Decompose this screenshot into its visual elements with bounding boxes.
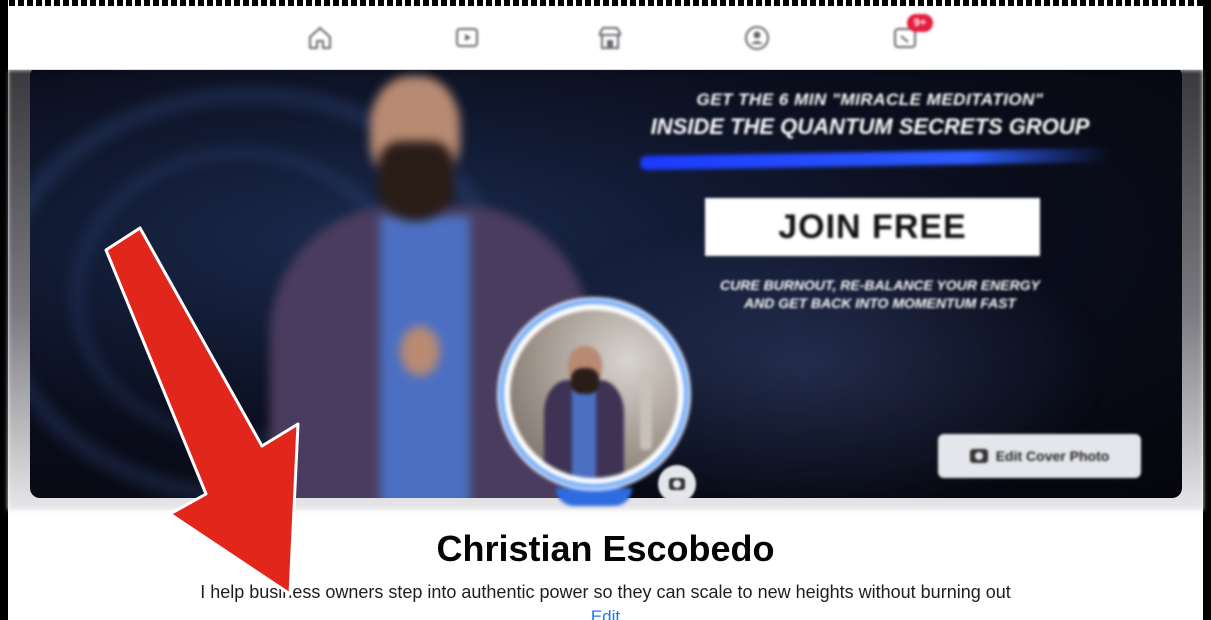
video-icon — [456, 28, 478, 47]
cover-join-label: JOIN FREE — [778, 207, 967, 246]
cover-subtext-line2: AND GET BACK INTO MOMENTUM FAST — [744, 295, 1016, 311]
cover-subtext: CURE BURNOUT, RE-BALANCE YOUR ENERGY AND… — [630, 276, 1130, 312]
cover-headline-line1: GET THE 6 MIN "MIRACLE MEDITATION" — [696, 90, 1044, 109]
groups-icon — [745, 26, 769, 50]
camera-icon — [669, 478, 685, 490]
home-icon — [309, 27, 331, 49]
nav-watch-button[interactable] — [447, 18, 487, 58]
nav-gaming-button[interactable]: 9+ — [885, 14, 933, 58]
edit-cover-photo-button[interactable]: Edit Cover Photo — [938, 434, 1141, 478]
avatar-photo — [510, 310, 678, 478]
camera-icon — [969, 449, 988, 463]
top-navigation-bar: 9+ — [8, 6, 1203, 70]
cover-join-banner: JOIN FREE — [705, 198, 1040, 256]
cover-brush-stroke — [639, 147, 1111, 171]
cover-subtext-line1: CURE BURNOUT, RE-BALANCE YOUR ENERGY — [720, 277, 1040, 293]
store-icon — [599, 27, 621, 49]
nav-groups-button[interactable] — [737, 18, 777, 58]
cover-headline: GET THE 6 MIN "MIRACLE MEDITATION" INSID… — [600, 90, 1140, 140]
notification-badge: 9+ — [907, 14, 933, 32]
avatar-story-ring — [556, 488, 632, 506]
nav-home-button[interactable] — [300, 18, 340, 58]
cover-headline-line2: INSIDE THE QUANTUM SECRETS GROUP — [650, 114, 1090, 139]
screen-frame-right — [1203, 0, 1211, 620]
screen-frame-left — [0, 0, 8, 620]
update-avatar-button[interactable] — [658, 465, 696, 503]
edit-bio-link[interactable]: Edit — [583, 607, 628, 620]
edit-cover-photo-label: Edit Cover Photo — [995, 448, 1110, 464]
annotation-arrow-icon — [104, 226, 300, 596]
profile-page: 9+ GET THE 6 MIN "MIRACLE MEDITATION" IN… — [0, 0, 1211, 620]
nav-marketplace-button[interactable] — [590, 18, 630, 58]
